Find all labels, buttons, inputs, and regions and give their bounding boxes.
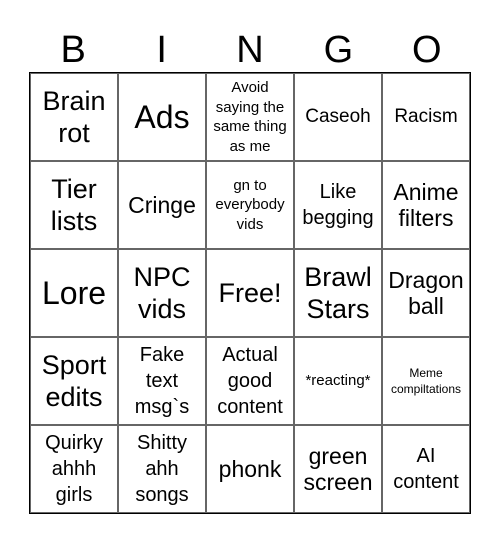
- bingo-cell[interactable]: Like begging: [294, 161, 382, 249]
- bingo-cell[interactable]: green screen: [294, 425, 382, 513]
- bingo-cell[interactable]: Racism: [382, 73, 470, 161]
- bingo-cell[interactable]: Fake text msg`s: [118, 337, 206, 425]
- bingo-cell[interactable]: Caseoh: [294, 73, 382, 161]
- bingo-cell[interactable]: Cringe: [118, 161, 206, 249]
- bingo-cell[interactable]: gn to everybody vids: [206, 161, 294, 249]
- header-letter-b: B: [60, 29, 86, 71]
- bingo-grid: Brain rot Ads Avoid saying the same thin…: [29, 72, 471, 514]
- bingo-cell[interactable]: Lore: [30, 249, 118, 337]
- bingo-cell[interactable]: Shitty ahh songs: [118, 425, 206, 513]
- bingo-header: B I N G O: [29, 28, 471, 72]
- bingo-cell[interactable]: phonk: [206, 425, 294, 513]
- bingo-cell[interactable]: Quirky ahhh girls: [30, 425, 118, 513]
- bingo-cell[interactable]: Actual good content: [206, 337, 294, 425]
- bingo-cell[interactable]: NPC vids: [118, 249, 206, 337]
- bingo-cell[interactable]: Brawl Stars: [294, 249, 382, 337]
- bingo-cell[interactable]: Sport edits: [30, 337, 118, 425]
- header-letter-i: I: [156, 29, 167, 71]
- bingo-cell[interactable]: Brain rot: [30, 73, 118, 161]
- bingo-cell[interactable]: Meme compiltations: [382, 337, 470, 425]
- header-letter-g: G: [323, 29, 354, 71]
- bingo-cell[interactable]: AI content: [382, 425, 470, 513]
- bingo-cell[interactable]: Avoid saying the same thing as me: [206, 73, 294, 161]
- bingo-cell-free[interactable]: Free!: [206, 249, 294, 337]
- header-letter-n: N: [236, 29, 264, 71]
- bingo-cell[interactable]: Ads: [118, 73, 206, 161]
- bingo-cell[interactable]: Anime filters: [382, 161, 470, 249]
- bingo-cell[interactable]: *reacting*: [294, 337, 382, 425]
- header-letter-o: O: [412, 29, 442, 71]
- bingo-cell[interactable]: Dragon ball: [382, 249, 470, 337]
- bingo-cell[interactable]: Tier lists: [30, 161, 118, 249]
